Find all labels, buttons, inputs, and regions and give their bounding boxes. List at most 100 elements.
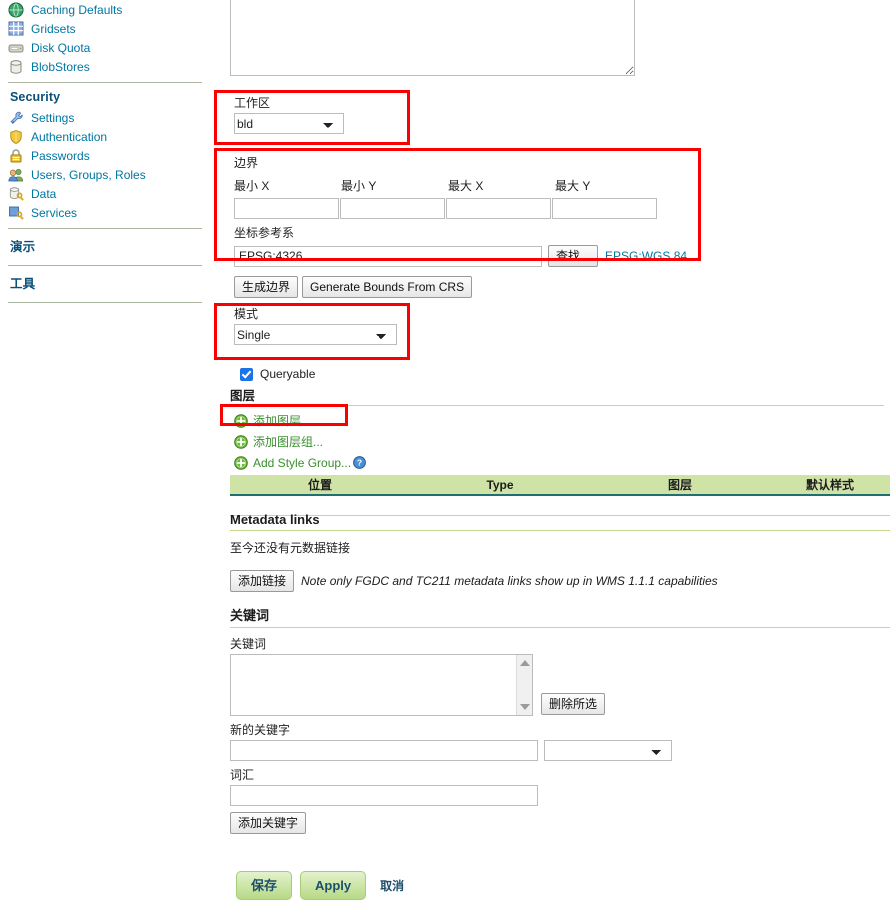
sidebar-item-settings[interactable]: Settings — [8, 109, 202, 127]
sidebar-item-gridsets[interactable]: Gridsets — [8, 20, 202, 38]
keywords-heading: 关键词 — [230, 605, 890, 628]
cancel-link[interactable]: 取消 — [380, 877, 404, 894]
vocabulary-label: 词汇 — [230, 768, 255, 782]
sidebar-item-data[interactable]: Data — [8, 185, 202, 203]
apply-button[interactable]: Apply — [300, 871, 367, 900]
help-icon[interactable]: ? — [353, 456, 366, 469]
data-key-icon — [8, 186, 24, 202]
queryable-checkbox[interactable] — [240, 367, 253, 381]
sidebar-heading-tools[interactable]: 工具 — [8, 268, 202, 296]
add-style-group-label: Add Style Group... — [253, 455, 352, 470]
sidebar-item-label: Users, Groups, Roles — [31, 168, 146, 182]
sidebar-divider-2 — [8, 228, 202, 229]
min-x-label: 最小 X — [234, 179, 270, 193]
vocabulary-input[interactable] — [230, 785, 538, 806]
keyword-language-select[interactable] — [544, 740, 672, 761]
scroll-down-icon[interactable] — [520, 704, 530, 710]
metadata-empty-text: 至今还没有元数据链接 — [230, 541, 351, 555]
sidebar-divider-3 — [8, 265, 202, 266]
sidebar-group-security: Settings Authentication Passwords Users,… — [8, 109, 202, 222]
max-y-label: 最大 Y — [555, 179, 591, 193]
save-button[interactable]: 保存 — [236, 871, 293, 900]
add-layer-label: 添加图层... — [253, 414, 312, 428]
column-header-type[interactable]: Type — [410, 478, 590, 492]
generate-bounds-from-crs-button[interactable]: Generate Bounds From CRS — [302, 276, 473, 298]
max-y-input[interactable] — [552, 198, 657, 219]
plus-circle-icon — [234, 455, 248, 470]
main-content: 工作区 bld 边界 最小 X 最小 Y 最大 X 最大 Y 坐标参考系 EPS… — [228, 0, 890, 907]
shield-icon — [8, 129, 24, 145]
sidebar-item-label: Settings — [31, 111, 75, 125]
add-layer-group-label: 添加图层组... — [253, 435, 324, 449]
workspace-select[interactable]: bld — [234, 113, 344, 134]
disk-icon — [8, 40, 24, 56]
column-header-position[interactable]: 位置 — [230, 476, 410, 493]
sidebar-divider-1 — [8, 82, 202, 83]
sidebar-item-label: Passwords — [31, 149, 90, 163]
keywords-list-label: 关键词 — [230, 637, 267, 651]
plus-circle-icon — [234, 413, 248, 428]
remove-selected-keywords-button[interactable]: 删除所选 — [541, 693, 606, 715]
sidebar-item-label: Gridsets — [31, 22, 76, 36]
services-key-icon — [8, 205, 24, 221]
add-metadata-link-button[interactable]: 添加链接 — [230, 570, 295, 592]
crs-input[interactable] — [234, 245, 542, 267]
wrench-icon — [8, 110, 24, 126]
min-y-label: 最小 Y — [341, 179, 377, 193]
max-x-label: 最大 X — [448, 179, 484, 193]
abstract-textarea[interactable] — [230, 0, 635, 76]
keywords-listbox[interactable] — [230, 654, 533, 716]
column-header-layer[interactable]: 图层 — [590, 476, 770, 493]
database-icon — [8, 59, 24, 75]
sidebar-item-label: Caching Defaults — [31, 3, 123, 17]
new-keyword-input[interactable] — [230, 740, 538, 761]
mode-select[interactable]: Single — [234, 324, 397, 345]
sidebar-group-caching: Caching Defaults Gridsets Disk Quota Blo… — [8, 1, 202, 76]
layers-table-header: 位置 Type 图层 默认样式 — [230, 475, 890, 496]
grid-icon — [8, 21, 24, 37]
add-style-group-link[interactable]: Add Style Group... ? — [234, 452, 884, 473]
bounds-label: 边界 — [234, 156, 259, 170]
workspace-label: 工作区 — [234, 96, 271, 110]
sidebar-item-label: BlobStores — [31, 60, 90, 74]
users-icon — [8, 167, 24, 183]
sidebar-item-authentication[interactable]: Authentication — [8, 128, 202, 146]
svg-text:?: ? — [357, 458, 362, 468]
sidebar-item-disk-quota[interactable]: Disk Quota — [8, 39, 202, 57]
new-keyword-label: 新的关键字 — [230, 723, 291, 737]
add-layer-group-link[interactable]: 添加图层组... — [234, 431, 884, 452]
sidebar-item-caching-defaults[interactable]: Caching Defaults — [8, 1, 202, 19]
min-y-input[interactable] — [340, 198, 445, 219]
plus-circle-icon — [234, 434, 248, 449]
sidebar-heading-security: Security — [10, 90, 61, 104]
add-keyword-button[interactable]: 添加关键字 — [230, 812, 307, 834]
geoserver-layer-group-editor: Caching Defaults Gridsets Disk Quota Blo… — [0, 0, 890, 907]
globe-icon — [8, 2, 24, 18]
sidebar-item-blobstores[interactable]: BlobStores — [8, 58, 202, 76]
sidebar-item-label: Services — [31, 206, 78, 220]
crs-description-link[interactable]: EPSG:WGS 84... — [605, 249, 697, 263]
add-layer-link[interactable]: 添加图层... — [234, 410, 884, 431]
sidebar-heading-demo[interactable]: 演示 — [8, 231, 202, 259]
column-header-default-style[interactable]: 默认样式 — [770, 476, 890, 493]
min-x-input[interactable] — [234, 198, 339, 219]
generate-bounds-button[interactable]: 生成边界 — [234, 276, 299, 298]
scroll-up-icon[interactable] — [520, 660, 530, 666]
sidebar-item-label: Authentication — [31, 130, 108, 144]
metadata-links-heading: Metadata links — [230, 512, 890, 531]
queryable-label: Queryable — [260, 367, 316, 381]
layers-rule — [234, 405, 884, 406]
keywords-scrollbar[interactable] — [516, 655, 532, 715]
crs-label: 坐标参考系 — [234, 226, 295, 240]
sidebar-item-passwords[interactable]: Passwords — [8, 147, 202, 165]
max-x-input[interactable] — [446, 198, 551, 219]
lock-icon — [8, 148, 24, 164]
sidebar-item-label: Disk Quota — [31, 41, 91, 55]
metadata-note: Note only FGDC and TC211 metadata links … — [301, 574, 718, 588]
layers-heading: 图层 — [230, 389, 256, 403]
sidebar-item-services[interactable]: Services — [8, 204, 202, 222]
find-crs-button[interactable]: 查找... — [548, 245, 599, 267]
sidebar-item-users-groups-roles[interactable]: Users, Groups, Roles — [8, 166, 202, 184]
sidebar-item-label: Data — [31, 187, 57, 201]
sidebar-divider-4 — [8, 302, 202, 303]
